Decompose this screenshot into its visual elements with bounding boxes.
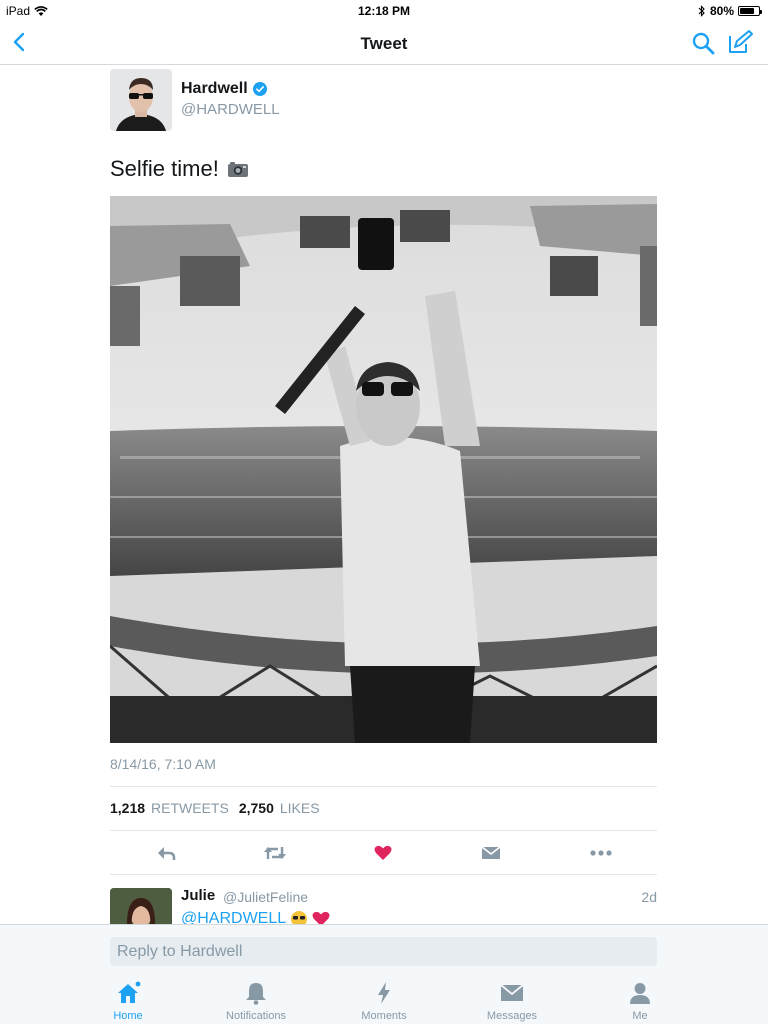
tab-moments[interactable]: Moments [334, 980, 434, 1024]
tab-label: Notifications [226, 1010, 286, 1022]
retweet-button[interactable] [262, 842, 288, 864]
tweet-photo[interactable] [110, 196, 657, 743]
reply-tweet-preview[interactable]: Julie @JulietFeline 2d @HARDWELL [110, 882, 657, 924]
divider [110, 874, 657, 875]
bell-icon [246, 983, 266, 1005]
retweet-icon [264, 847, 286, 859]
status-bar: iPad 12:18 PM 80% [0, 0, 768, 22]
reply-button[interactable] [155, 842, 177, 864]
heart-emoji-icon [312, 911, 330, 924]
likes-count[interactable]: 2,750 [239, 800, 274, 816]
tweet-timestamp: 8/14/16, 7:10 AM [110, 756, 216, 772]
tweet-stats: 1,218 RETWEETS 2,750 LIKES [110, 800, 324, 816]
tab-notifications[interactable]: Notifications [206, 980, 306, 1024]
home-icon [118, 980, 141, 1003]
person-icon [630, 983, 650, 1004]
reply-input[interactable] [110, 937, 657, 966]
tweet-text: Selfie time! [110, 156, 249, 182]
reply-time: 2d [641, 889, 657, 905]
divider [110, 786, 657, 787]
bluetooth-icon [698, 5, 705, 17]
reply-author-avatar[interactable] [110, 888, 172, 924]
author-avatar[interactable] [110, 69, 172, 131]
camera-emoji-icon [227, 162, 248, 177]
battery-percent: 80% [709, 4, 734, 18]
retweets-count[interactable]: 1,218 [110, 800, 145, 816]
direct-message-button[interactable] [480, 842, 502, 864]
author-name[interactable]: Hardwell [181, 80, 248, 98]
envelope-icon [481, 846, 501, 859]
retweets-label[interactable]: RETWEETS [151, 800, 229, 816]
status-right: 80% [698, 4, 762, 18]
envelope-icon [500, 984, 524, 1001]
author-name-row[interactable]: Hardwell [181, 80, 267, 98]
compose-icon[interactable] [726, 28, 754, 56]
lightning-icon [378, 982, 390, 1004]
status-time: 12:18 PM [357, 4, 411, 18]
selfie-photo-illustration [110, 196, 657, 743]
verified-badge-icon [252, 82, 267, 96]
reply-bar [0, 924, 768, 976]
author-handle[interactable]: @HARDWELL [181, 101, 280, 118]
nav-bar: Tweet [0, 22, 768, 65]
tweet-author: Hardwell @HARDWELL [110, 69, 658, 133]
tweet-actions [110, 838, 657, 868]
tweet-text-content: Selfie time! [110, 156, 219, 181]
tab-label: Moments [361, 1010, 407, 1022]
reply-mention[interactable]: @HARDWELL [181, 910, 286, 924]
tab-home[interactable]: Home [78, 980, 178, 1024]
more-dots-icon [590, 850, 612, 856]
like-button[interactable] [372, 842, 394, 864]
reply-icon [158, 847, 176, 860]
sunglasses-emoji-icon [291, 911, 308, 924]
battery-icon [738, 6, 762, 16]
tab-label: Home [113, 1010, 143, 1022]
likes-label[interactable]: LIKES [280, 800, 320, 816]
battery-fill [740, 8, 755, 14]
tab-bar: Home Notifications Moments Messages Me [0, 976, 768, 1024]
tab-label: Messages [486, 1010, 538, 1022]
reply-text: @HARDWELL [181, 910, 330, 924]
tab-me[interactable]: Me [590, 980, 690, 1024]
reply-author-handle[interactable]: @JulietFeline [223, 889, 308, 905]
divider [110, 830, 657, 831]
tab-messages[interactable]: Messages [462, 980, 562, 1024]
tab-label: Me [632, 1010, 648, 1022]
heart-icon [374, 845, 392, 860]
reply-author-name[interactable]: Julie [181, 887, 215, 904]
page-title: Tweet [360, 34, 408, 53]
more-button[interactable] [588, 842, 614, 864]
search-icon[interactable] [690, 30, 716, 56]
